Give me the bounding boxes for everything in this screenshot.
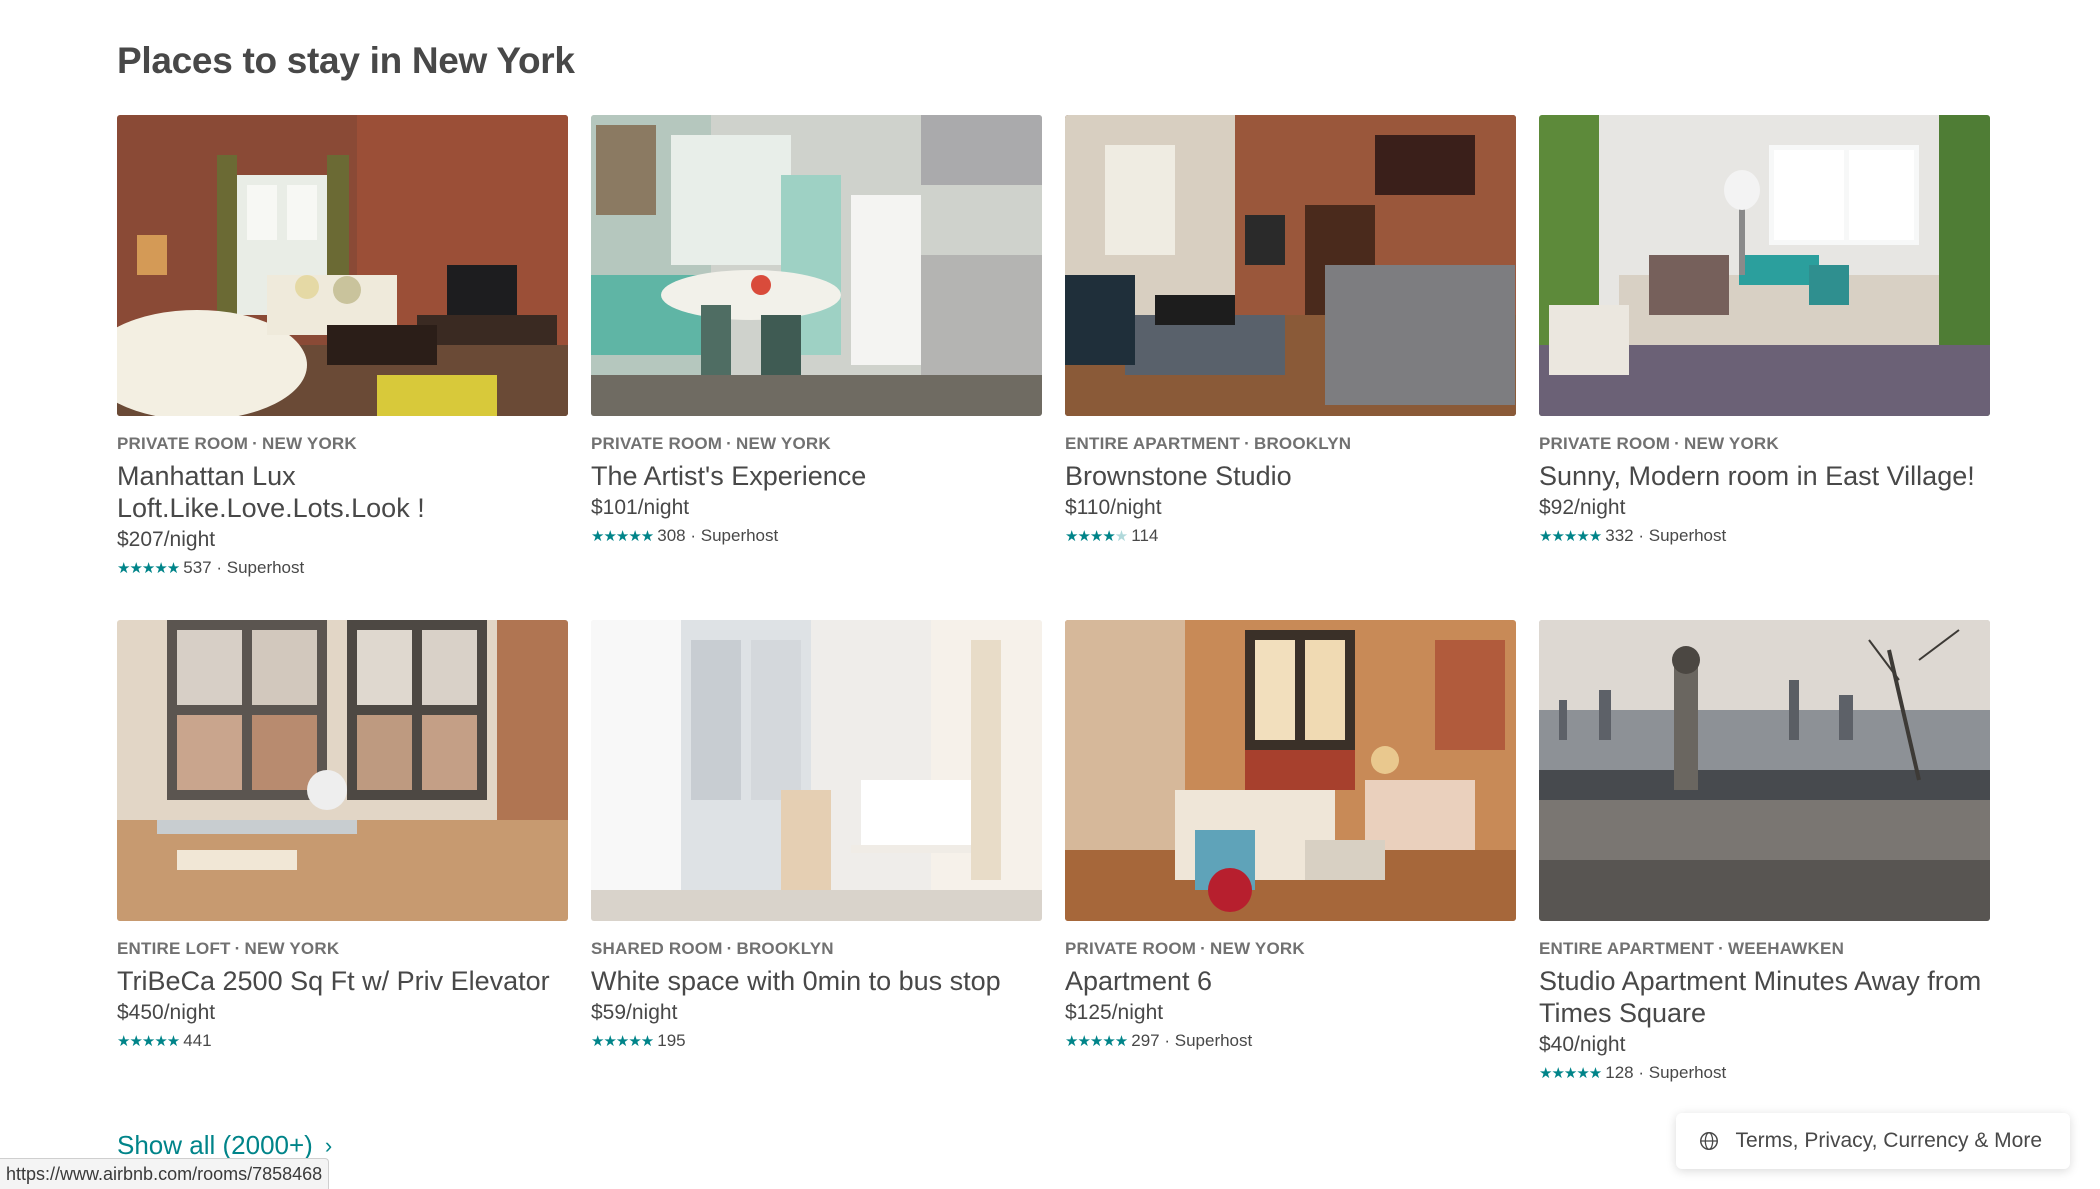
star-rating-icon: ★★★★★ bbox=[117, 1033, 180, 1050]
listing-photo[interactable] bbox=[117, 115, 568, 416]
star-rating-icon: ★★★★★ bbox=[591, 1033, 654, 1050]
location: NEW YORK bbox=[1684, 434, 1779, 453]
star-rating-icon: ★★★★★ bbox=[117, 560, 180, 577]
listing-card[interactable]: SHARED ROOM · BROOKLYN White space with 0m… bbox=[591, 620, 1042, 1125]
star-rating-icon: ★★★★★ bbox=[1065, 528, 1128, 545]
listing-rating: ★★★★★ 537 · Superhost bbox=[117, 558, 568, 578]
listing-kicker: PRIVATE ROOM · NEW YORK bbox=[117, 434, 357, 453]
location: WEEHAWKEN bbox=[1727, 939, 1845, 958]
listing-kicker: ENTIRE LOFT · NEW YORK bbox=[117, 939, 340, 958]
listing-price: $110/night bbox=[1065, 496, 1162, 519]
listing-card[interactable]: PRIVATE ROOM · NEW YORK Apartment 6 $125/n… bbox=[1065, 620, 1516, 1125]
star-rating-icon: ★★★★★ bbox=[591, 528, 654, 545]
listing-rating: ★★★★★ 128 · Superhost bbox=[1539, 1063, 1990, 1083]
listing-title[interactable]: The Artist's Experience bbox=[591, 460, 1042, 492]
listing-photo[interactable] bbox=[1065, 115, 1516, 416]
listing-card[interactable]: ENTIRE LOFT · NEW YORK TriBeCa 2500 Sq Ft … bbox=[117, 620, 568, 1125]
location: NEW YORK bbox=[736, 434, 831, 453]
review-count: 195 bbox=[657, 1031, 686, 1050]
listing-kicker: PRIVATE ROOM · NEW YORK bbox=[1065, 939, 1305, 958]
listing-price: $40/night bbox=[1539, 1033, 1626, 1056]
show-all-label: Show all (2000+) bbox=[117, 1130, 313, 1160]
review-count: 308 bbox=[657, 526, 686, 545]
star-rating-icon: ★★★★★ bbox=[1539, 1065, 1602, 1082]
room-type: PRIVATE ROOM bbox=[1539, 434, 1671, 453]
listing-rating: ★★★★★ 195 bbox=[591, 1031, 1042, 1051]
review-count: 332 bbox=[1605, 526, 1634, 545]
location: NEW YORK bbox=[244, 939, 340, 958]
listing-photo[interactable] bbox=[1539, 115, 1990, 416]
star-rating-icon: ★★★★★ bbox=[1539, 528, 1602, 545]
status-bar-url: https://www.airbnb.com/rooms/7858468 bbox=[0, 1158, 330, 1189]
listing-price: $59/night bbox=[591, 1001, 678, 1024]
listing-price: $125/night bbox=[1065, 1001, 1164, 1024]
room-type: ENTIRE APARTMENT bbox=[1539, 939, 1715, 958]
listing-title[interactable]: White space with 0min to bus stop bbox=[591, 965, 1042, 997]
listing-grid: PRIVATE ROOM · NEW YORK Manhattan Lux Loft… bbox=[117, 115, 1990, 1125]
listing-title[interactable]: Sunny, Modern room in East Village! bbox=[1539, 460, 1990, 492]
footer-terms-button[interactable]: Terms, Privacy, Currency & More bbox=[1675, 1113, 2070, 1169]
listing-price: $92/night bbox=[1539, 496, 1626, 519]
listing-photo[interactable] bbox=[591, 115, 1042, 416]
listing-title[interactable]: TriBeCa 2500 Sq Ft w/ Priv Elevator bbox=[117, 965, 568, 997]
review-count: 114 bbox=[1131, 526, 1159, 545]
room-type: PRIVATE ROOM bbox=[117, 434, 249, 453]
listing-rating: ★★★★★ 332 · Superhost bbox=[1539, 526, 1990, 546]
listing-price: $207/night bbox=[117, 528, 216, 551]
listing-price: $450/night bbox=[117, 1001, 216, 1024]
chevron-right-icon: › bbox=[324, 1132, 333, 1158]
listing-card[interactable]: ENTIRE APARTMENT · BROOKLYN Brownstone Stu… bbox=[1065, 115, 1516, 620]
room-type: SHARED ROOM bbox=[591, 939, 723, 958]
superhost-badge: · Superhost bbox=[690, 526, 779, 545]
room-type: PRIVATE ROOM bbox=[1065, 939, 1197, 958]
listing-title[interactable]: Brownstone Studio bbox=[1065, 460, 1516, 492]
listing-kicker: PRIVATE ROOM · NEW YORK bbox=[1539, 434, 1779, 453]
location: BROOKLYN bbox=[1253, 434, 1352, 453]
listing-photo[interactable] bbox=[1065, 620, 1516, 921]
listing-card[interactable]: PRIVATE ROOM · NEW YORK The Artist's Exper… bbox=[591, 115, 1042, 620]
listing-kicker: ENTIRE APARTMENT · BROOKLYN bbox=[1065, 434, 1352, 453]
listing-rating: ★★★★★ 308 · Superhost bbox=[591, 526, 1042, 546]
review-count: 128 bbox=[1605, 1063, 1634, 1082]
listing-rating: ★★★★★ 297 · Superhost bbox=[1065, 1031, 1516, 1051]
listing-title[interactable]: Manhattan Lux Loft.Like.Love.Lots.Look ! bbox=[117, 460, 568, 524]
room-type: PRIVATE ROOM bbox=[591, 434, 723, 453]
room-type: ENTIRE APARTMENT bbox=[1065, 434, 1241, 453]
room-type: ENTIRE LOFT bbox=[117, 939, 231, 958]
listing-rating: ★★★★★ 441 bbox=[117, 1031, 568, 1051]
superhost-badge: · Superhost bbox=[1638, 1063, 1727, 1082]
superhost-badge: · Superhost bbox=[1638, 526, 1727, 545]
review-count: 537 bbox=[183, 558, 212, 577]
review-count: 297 bbox=[1131, 1031, 1160, 1050]
page-title: Places to stay in New York bbox=[117, 40, 575, 81]
listing-title[interactable]: Studio Apartment Minutes Away from Times… bbox=[1539, 965, 1990, 1029]
listing-kicker: PRIVATE ROOM · NEW YORK bbox=[591, 434, 831, 453]
listing-photo[interactable] bbox=[591, 620, 1042, 921]
footer-label: Terms, Privacy, Currency & More bbox=[1735, 1129, 2043, 1152]
superhost-badge: · Superhost bbox=[216, 558, 305, 577]
location: NEW YORK bbox=[1210, 939, 1305, 958]
location: BROOKLYN bbox=[736, 939, 834, 958]
review-count: 441 bbox=[183, 1031, 212, 1050]
star-rating-icon: ★★★★★ bbox=[1065, 1033, 1128, 1050]
listing-card[interactable]: PRIVATE ROOM · NEW YORK Sunny, Modern room… bbox=[1539, 115, 1990, 620]
superhost-badge: · Superhost bbox=[1164, 1031, 1253, 1050]
location: NEW YORK bbox=[262, 434, 357, 453]
listing-photo[interactable] bbox=[117, 620, 568, 921]
listing-title[interactable]: Apartment 6 bbox=[1065, 965, 1516, 997]
listing-card[interactable]: ENTIRE APARTMENT · WEEHAWKEN Studio Apartm… bbox=[1539, 620, 1990, 1125]
listing-price: $101/night bbox=[591, 496, 690, 519]
listing-photo[interactable] bbox=[1539, 620, 1990, 921]
listing-kicker: ENTIRE APARTMENT · WEEHAWKEN bbox=[1539, 939, 1845, 958]
globe-icon bbox=[1699, 1132, 1718, 1150]
listing-kicker: SHARED ROOM · BROOKLYN bbox=[591, 939, 834, 958]
listing-card[interactable]: PRIVATE ROOM · NEW YORK Manhattan Lux Loft… bbox=[117, 115, 568, 620]
listing-rating: ★★★★★ 114 bbox=[1065, 526, 1516, 546]
show-all-link[interactable]: Show all (2000+) › bbox=[117, 1130, 332, 1161]
